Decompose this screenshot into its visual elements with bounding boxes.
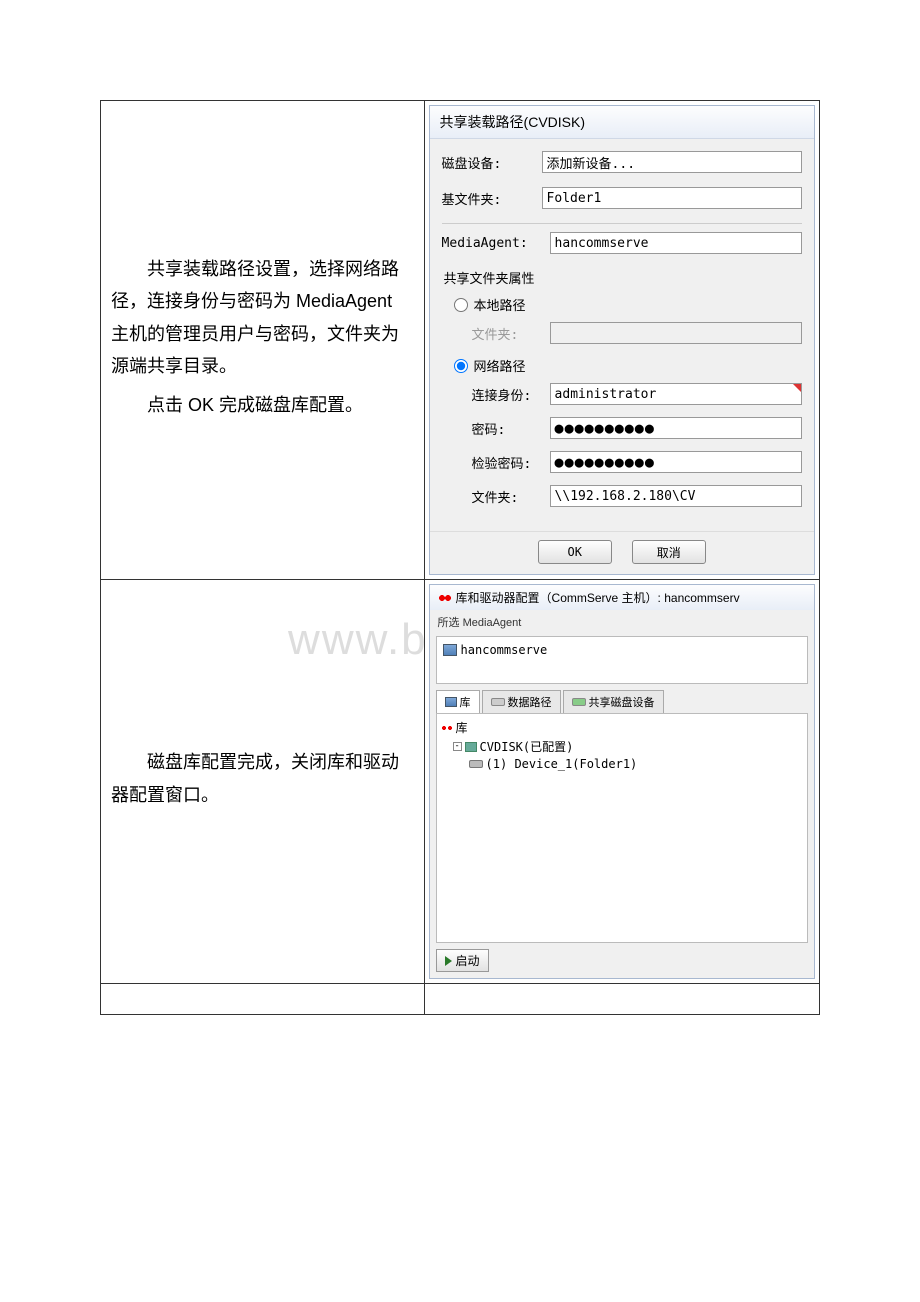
row1-desc-p2: 点击 OK 完成磁盘库配置。	[111, 389, 414, 421]
dialog-titlebar: 共享装载路径(CVDISK)	[430, 106, 814, 139]
server-icon	[443, 644, 457, 656]
local-path-radio[interactable]	[454, 298, 468, 312]
play-icon	[445, 956, 452, 966]
tab-shared-disk[interactable]: 共享磁盘设备	[563, 690, 664, 713]
network-path-radio-label: 网络路径	[474, 356, 526, 375]
dialog2-titlebar: 库和驱动器配置（CommServe 主机）: hancommserv	[430, 585, 814, 610]
row2-description-cell: 磁盘库配置完成，关闭库和驱动器配置窗口。	[101, 580, 425, 984]
tab-strip: 库 数据路径 共享磁盘设备	[436, 690, 808, 713]
local-folder-input	[550, 322, 802, 344]
network-path-radio-row[interactable]: 网络路径	[454, 356, 802, 375]
local-path-radio-label: 本地路径	[474, 295, 526, 314]
selected-ma-panel: hancommserve	[436, 636, 808, 684]
net-folder-input[interactable]: \\192.168.2.180\CV	[550, 485, 802, 507]
chain-icon	[438, 593, 452, 603]
disk-device-dropdown[interactable]: 添加新设备...	[542, 151, 802, 173]
local-folder-label: 文件夹:	[472, 324, 542, 343]
local-path-radio-row[interactable]: 本地路径	[454, 295, 802, 314]
field-marker-icon	[793, 384, 801, 392]
password-label: 密码:	[472, 419, 542, 438]
datapath-tab-icon	[491, 698, 505, 706]
library-driver-config-dialog: 库和驱动器配置（CommServe 主机）: hancommserv 所选 Me…	[429, 584, 815, 979]
selected-ma-item[interactable]: hancommserve	[441, 641, 803, 659]
tab-library[interactable]: 库	[436, 690, 480, 713]
connect-as-input[interactable]: administrator	[550, 383, 802, 405]
selected-ma-label: 所选 MediaAgent	[438, 614, 814, 630]
row1-screenshot-cell: 共享装载路径(CVDISK) 磁盘设备: 添加新设备... 基文件夹: Fold…	[424, 101, 819, 580]
password-input[interactable]: ●●●●●●●●●●	[550, 417, 802, 439]
row1-description-cell: 共享装载路径设置，选择网络路径，连接身份与密码为 MediaAgent 主机的管…	[101, 101, 425, 580]
share-mount-path-dialog: 共享装载路径(CVDISK) 磁盘设备: 添加新设备... 基文件夹: Fold…	[429, 105, 815, 575]
device-icon	[469, 760, 483, 768]
row1-desc-p1: 共享装载路径设置，选择网络路径，连接身份与密码为 MediaAgent 主机的管…	[111, 253, 414, 383]
network-path-radio[interactable]	[454, 359, 468, 373]
net-folder-label: 文件夹:	[472, 487, 542, 506]
disk-device-label: 磁盘设备:	[442, 153, 534, 172]
mediaagent-label: MediaAgent:	[442, 236, 542, 251]
start-button[interactable]: 启动	[436, 949, 489, 972]
row3-left	[101, 984, 425, 1015]
row2-screenshot-cell: 库和驱动器配置（CommServe 主机）: hancommserv 所选 Me…	[424, 580, 819, 984]
library-tree: 库 - CVDISK(已配置) (1) Device_1(Folder1)	[436, 713, 808, 943]
tab-data-path[interactable]: 数据路径	[482, 690, 561, 713]
verify-password-input[interactable]: ●●●●●●●●●●	[550, 451, 802, 473]
tree-device-item[interactable]: (1) Device_1(Folder1)	[441, 756, 803, 772]
shareddisk-tab-icon	[572, 698, 586, 706]
verify-password-label: 检验密码:	[472, 453, 542, 472]
chain-icon	[441, 724, 453, 732]
row3-right	[424, 984, 819, 1015]
doc-table: 共享装载路径设置，选择网络路径，连接身份与密码为 MediaAgent 主机的管…	[100, 100, 820, 1015]
cancel-button[interactable]: 取消	[632, 540, 706, 564]
library-icon	[465, 742, 477, 752]
ok-button[interactable]: OK	[538, 540, 612, 564]
library-tab-icon	[445, 697, 457, 707]
base-folder-label: 基文件夹:	[442, 189, 534, 208]
base-folder-input[interactable]: Folder1	[542, 187, 802, 209]
share-folder-props-label: 共享文件夹属性	[444, 268, 802, 287]
tree-library-item[interactable]: - CVDISK(已配置)	[441, 737, 803, 756]
tree-collapse-icon[interactable]: -	[453, 742, 462, 751]
mediaagent-dropdown[interactable]: hancommserve	[550, 232, 802, 254]
row2-desc: 磁盘库配置完成，关闭库和驱动器配置窗口。	[111, 746, 414, 811]
tree-root[interactable]: 库	[441, 718, 803, 737]
connect-as-label: 连接身份:	[472, 385, 542, 404]
